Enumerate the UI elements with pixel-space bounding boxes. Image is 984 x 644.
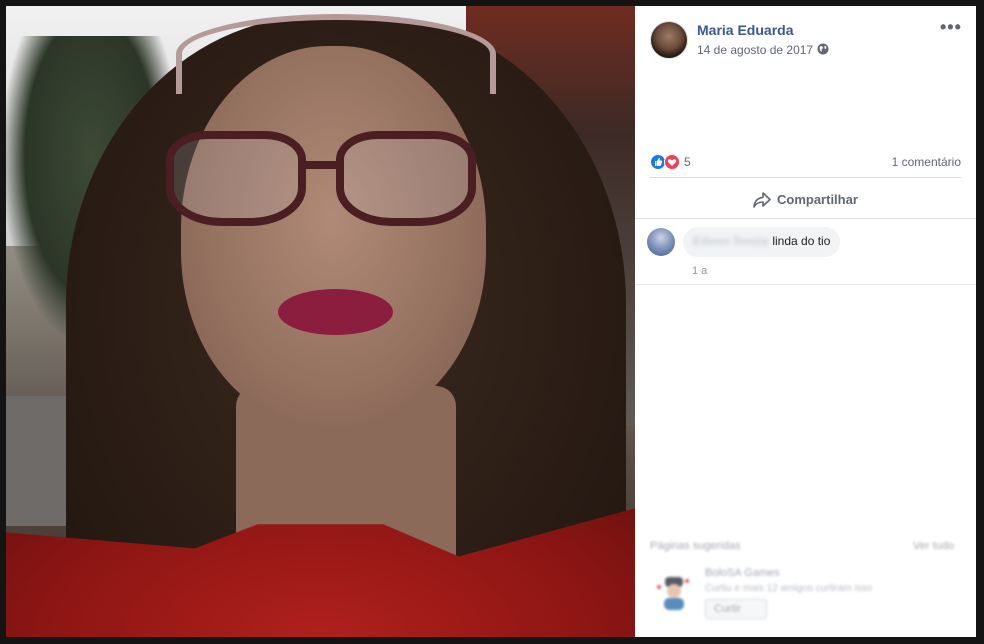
suggested-page-desc: Curtiu e mais 12 amigos curtiram isso — [705, 583, 873, 594]
photo-headband — [176, 14, 496, 94]
comment-item: Edson Souza linda do tio 1 a — [635, 219, 976, 285]
commenter-name[interactable]: Edson Souza — [693, 234, 768, 248]
suggested-page-name[interactable]: BoloSA Games — [705, 567, 780, 579]
post-date[interactable]: 14 de agosto de 2017 — [697, 43, 813, 57]
share-icon — [753, 192, 771, 208]
comment-bubble: Edson Souza linda do tio — [683, 227, 841, 257]
photo-lips — [278, 289, 393, 335]
like-page-button[interactable]: Curtir — [705, 599, 767, 619]
glasses-lens-left — [166, 131, 306, 226]
love-icon[interactable] — [664, 154, 680, 170]
post-side-panel: Maria Eduarda 14 de agosto de 2017 ••• 5… — [635, 6, 976, 637]
share-label: Compartilhar — [777, 192, 858, 207]
see-all-link[interactable]: Ver tudo — [913, 540, 954, 552]
glasses-bridge — [304, 161, 340, 169]
glasses-lens-right — [336, 131, 476, 226]
comment-count-link[interactable]: 1 comentário — [892, 155, 961, 169]
post-header: Maria Eduarda 14 de agosto de 2017 ••• — [635, 6, 976, 76]
photo-face — [181, 46, 486, 426]
commenter-avatar[interactable] — [647, 228, 675, 256]
like-page-label: Curtir — [714, 603, 741, 615]
suggested-page-avatar[interactable] — [653, 571, 693, 611]
comment-text: linda do tio — [772, 234, 831, 248]
globe-icon[interactable] — [817, 43, 829, 55]
author-name[interactable]: Maria Eduarda — [697, 22, 793, 38]
photo-viewer: Maria Eduarda 14 de agosto de 2017 ••• 5… — [0, 0, 984, 644]
author-avatar[interactable] — [650, 21, 688, 59]
comment-timestamp[interactable]: 1 a — [692, 265, 707, 277]
reaction-count[interactable]: 5 — [684, 155, 691, 169]
suggested-pages-title: Páginas sugeridas — [650, 540, 741, 552]
share-button[interactable]: Compartilhar — [635, 182, 976, 219]
suggested-pages: Páginas sugeridas Ver tudo BoloSA Games … — [635, 531, 976, 637]
photo-glasses — [166, 131, 476, 231]
post-photo[interactable] — [6, 6, 635, 637]
more-options-icon[interactable]: ••• — [940, 18, 964, 38]
reactions-bar: 5 1 comentário — [650, 154, 961, 178]
